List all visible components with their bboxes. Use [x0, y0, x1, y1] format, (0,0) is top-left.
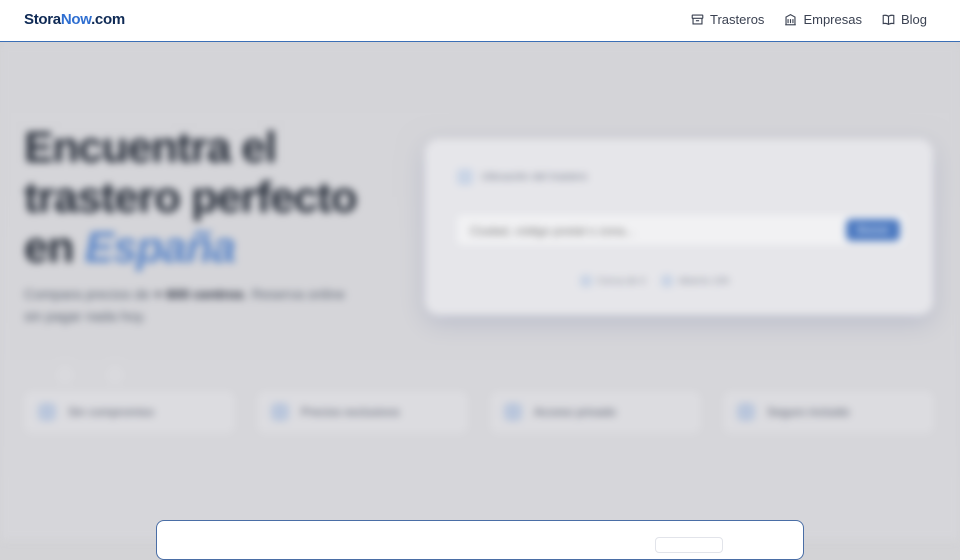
hero-subtitle-bold: + 600 centros [153, 286, 244, 302]
nav-blog-label: Blog [900, 12, 927, 27]
quick-link-nearby-label: Cerca de ti [597, 275, 646, 287]
clock-icon [661, 275, 674, 287]
feature-card: Sin compromiso [24, 391, 235, 433]
feature-label: Acceso privado [534, 405, 617, 419]
check-shield-icon [38, 403, 56, 421]
nav-trasteros[interactable]: Trasteros [691, 12, 764, 27]
site-logo[interactable]: StoraNow.com [24, 11, 125, 28]
quick-link-24h-label: Abierto 24h [678, 275, 730, 287]
quick-link-24h[interactable]: Abierto 24h [661, 275, 730, 287]
blurred-page-content: Encuentra el trastero perfecto en España… [0, 43, 960, 540]
search-button[interactable]: Buscar [846, 219, 900, 241]
nav-empresas-label: Empresas [803, 12, 862, 27]
location-search-input[interactable] [468, 220, 832, 242]
building-icon [785, 13, 797, 26]
feature-card: Acceso privado [490, 391, 701, 433]
hero-title-line2: trastero perfecto [24, 173, 358, 222]
hero-title-highlight: España [84, 223, 237, 272]
carousel-dot[interactable] [55, 365, 75, 385]
search-card-heading-text: Ubicación del trastero [481, 171, 588, 183]
modal-pill [655, 537, 723, 553]
storage-box-icon [691, 14, 704, 25]
nav-trasteros-label: Trasteros [710, 12, 765, 27]
logo-text-now: Now [60, 11, 92, 28]
shield-icon [737, 403, 755, 421]
hero-title-line1: Encuentra el [24, 123, 277, 172]
hero-title: Encuentra el trastero perfecto en España [24, 123, 384, 273]
hero-subtitle: Compara precios de + 600 centros. Reserv… [24, 283, 364, 327]
top-header: StoraNow.com Trasteros Empresas Blog [0, 0, 960, 42]
carousel-dots [55, 365, 125, 385]
location-icon [580, 275, 592, 287]
carousel-dot[interactable] [105, 365, 125, 385]
lock-icon [504, 403, 522, 421]
search-card-heading: Ubicación del trastero [457, 169, 587, 185]
feature-label: Precios exclusivos [301, 405, 400, 419]
feature-card: Seguro incluido [723, 391, 934, 433]
nav-blog[interactable]: Blog [882, 12, 927, 27]
feature-label: Sin compromiso [68, 405, 155, 419]
hero-title-line3-prefix: en [24, 223, 85, 272]
search-card: Ubicación del trastero Buscar Cerca de t… [425, 139, 933, 315]
book-open-icon [882, 14, 895, 26]
quick-link-nearby[interactable]: Cerca de ti [580, 275, 645, 287]
map-pin-icon [457, 169, 473, 185]
feature-label: Seguro incluido [767, 405, 850, 419]
logo-text-domain: .com [91, 11, 125, 28]
nav-empresas[interactable]: Empresas [784, 12, 862, 27]
search-quick-links: Cerca de ti Abierto 24h [580, 275, 730, 287]
feature-card: Precios exclusivos [257, 391, 468, 433]
main-nav: Trasteros Empresas Blog [691, 12, 927, 27]
feature-row: Sin compromiso Precios exclusivos Acceso… [24, 391, 934, 433]
hero-subtitle-pre: Compara precios de [24, 286, 154, 302]
logo-text-stora: Stora [24, 11, 61, 28]
search-bar: Buscar [455, 213, 907, 247]
tag-icon [271, 403, 289, 421]
modal-card-top-edge [156, 520, 804, 560]
